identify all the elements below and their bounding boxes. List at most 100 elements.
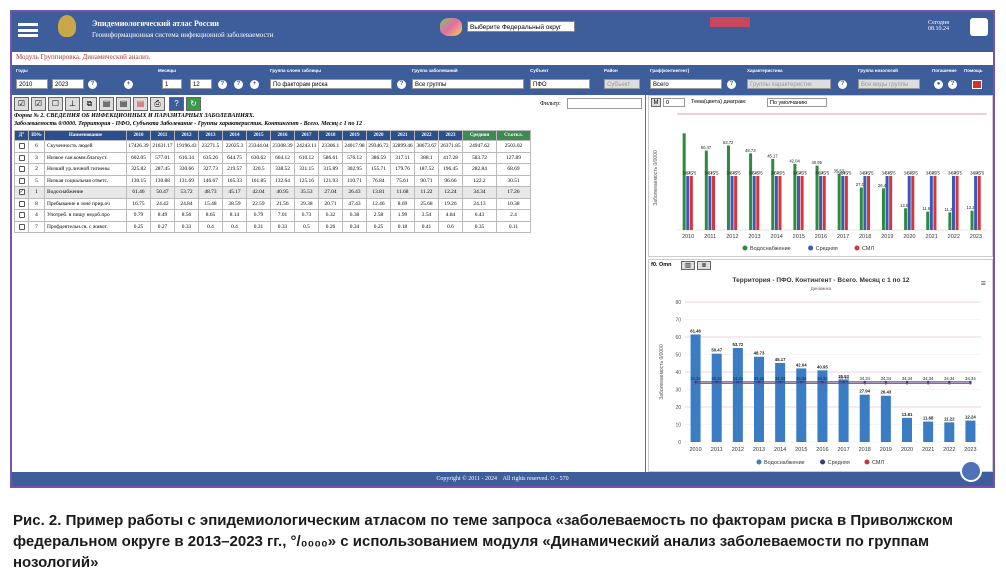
chart2-legend-marker[interactable] bbox=[864, 459, 870, 465]
chart2-legend-marker[interactable] bbox=[820, 459, 826, 465]
chart1-legend-label[interactable]: СМЛ bbox=[862, 246, 874, 252]
chart1-legend-marker[interactable] bbox=[742, 245, 748, 251]
help-button[interactable] bbox=[710, 17, 750, 27]
checkbox[interactable] bbox=[18, 166, 25, 173]
checkbox[interactable] bbox=[18, 177, 25, 184]
check-all-icon[interactable]: ☑ bbox=[14, 97, 29, 111]
characteristic-info-icon[interactable]: ? bbox=[838, 80, 847, 89]
table-row[interactable]: 6 Скученность людей 17426.39 21631.17 19196.… bbox=[14, 140, 531, 153]
filter-input[interactable] bbox=[567, 98, 642, 109]
column-header[interactable]: 2017 bbox=[294, 130, 319, 141]
row-checkbox[interactable] bbox=[14, 151, 29, 164]
russia-map-icon[interactable] bbox=[440, 18, 462, 36]
hierarchy-icon[interactable]: ⊥ bbox=[65, 97, 80, 111]
district-select[interactable]: Субъект bbox=[604, 79, 640, 89]
table-row[interactable]: 8 Пребывание в зоне прир.оч 16.75 24.42 24.8… bbox=[14, 197, 531, 210]
row-checkbox[interactable] bbox=[14, 220, 29, 233]
help-icon[interactable]: ? bbox=[169, 97, 184, 111]
table-row[interactable]: 7 Профдеятельн.св. с живот. 0.25 0.27 0.33 0.… bbox=[14, 220, 531, 233]
column-header[interactable]: 2012 bbox=[174, 130, 199, 141]
home-icon[interactable] bbox=[970, 18, 988, 36]
chart2-tab[interactable]: f0. Оmn bbox=[651, 262, 671, 268]
year-info-icon[interactable]: ? bbox=[88, 80, 97, 89]
subject-select[interactable]: ПФО bbox=[530, 79, 590, 89]
month-plus-icon[interactable]: + bbox=[250, 80, 259, 89]
row-checkbox[interactable] bbox=[14, 174, 29, 187]
table-row[interactable]: ✓ 1 Водоснабжение 61.46 50.47 53.72 48.73 45.17… bbox=[14, 186, 531, 199]
column-header[interactable]: 2022 bbox=[414, 130, 439, 141]
chart-type-icon[interactable]: ▥ bbox=[681, 261, 695, 270]
chart2-legend-label[interactable]: СМЛ bbox=[872, 460, 884, 466]
m-select[interactable]: 0 bbox=[663, 98, 685, 107]
chart1-legend-label[interactable]: Водоснабжение bbox=[750, 246, 791, 252]
check-icon[interactable]: ☑ bbox=[31, 97, 46, 111]
hamburger-menu-icon[interactable] bbox=[18, 23, 38, 37]
contingent-info-icon[interactable]: ? bbox=[727, 80, 736, 89]
column-header[interactable]: 2020 bbox=[366, 130, 391, 141]
chart2-legend-marker[interactable] bbox=[756, 459, 762, 465]
print-icon[interactable]: ⎙ bbox=[150, 97, 165, 111]
row-checkbox[interactable] bbox=[14, 163, 29, 176]
excel-icon[interactable]: ▤ bbox=[99, 97, 114, 111]
column-header[interactable]: ID№ bbox=[28, 130, 45, 141]
month-apply-icon[interactable]: ? bbox=[234, 80, 243, 89]
stop-icon[interactable] bbox=[972, 80, 982, 89]
column-header[interactable]: Средняя bbox=[462, 130, 497, 141]
column-header[interactable]: 2010 bbox=[126, 130, 151, 141]
year-apply-icon[interactable]: + bbox=[124, 80, 133, 89]
output-info-icon[interactable]: ? bbox=[948, 80, 957, 89]
month-info-icon[interactable]: ? bbox=[218, 80, 227, 89]
checkbox[interactable] bbox=[18, 143, 25, 150]
column-header[interactable]: 2013 bbox=[198, 130, 223, 141]
row-checkbox[interactable]: ✓ bbox=[14, 186, 29, 199]
column-header[interactable]: 2016 bbox=[270, 130, 295, 141]
checkbox[interactable] bbox=[18, 154, 25, 161]
checkbox[interactable] bbox=[18, 200, 25, 207]
column-header[interactable]: Ст.откл. bbox=[496, 130, 531, 141]
year-from-select[interactable]: 2010 bbox=[16, 79, 48, 89]
theme-select[interactable]: По умолчанию bbox=[767, 98, 827, 107]
table-row[interactable]: 5 Низкая социальная ответс. 130.15 130.88 13… bbox=[14, 174, 531, 187]
column-header[interactable]: Наименование bbox=[44, 130, 127, 141]
column-header[interactable]: 2011 bbox=[150, 130, 175, 141]
row-checkbox[interactable] bbox=[14, 209, 29, 222]
table-row[interactable]: 2 Низкий ур.личной гигиены 325.82 287.45 330… bbox=[14, 163, 531, 176]
column-header[interactable]: 2019 bbox=[342, 130, 367, 141]
uncheck-icon[interactable]: ☐ bbox=[48, 97, 63, 111]
table-info-icon[interactable]: ? bbox=[397, 80, 406, 89]
month-from-select[interactable]: 1 bbox=[162, 79, 182, 89]
column-header[interactable]: Д° bbox=[14, 130, 29, 141]
column-header[interactable]: 2018 bbox=[318, 130, 343, 141]
chart1-legend-marker[interactable] bbox=[808, 245, 814, 251]
assistant-icon[interactable] bbox=[960, 460, 982, 482]
table-row[interactable]: 4 Употреб. в пищу недоб.про 9.79 8.49 8.56 8.… bbox=[14, 209, 531, 222]
checkbox[interactable]: ✓ bbox=[18, 189, 25, 196]
checkbox[interactable] bbox=[18, 212, 25, 219]
pdf-icon[interactable]: ▤ bbox=[133, 97, 148, 111]
column-header[interactable]: 2015 bbox=[246, 130, 271, 141]
year-to-select[interactable]: 2023 bbox=[52, 79, 84, 89]
column-header[interactable]: 2021 bbox=[390, 130, 415, 141]
copy-icon[interactable]: ⧉ bbox=[82, 97, 97, 111]
refresh-icon[interactable]: ↻ bbox=[186, 97, 201, 111]
column-header[interactable]: 2014 bbox=[222, 130, 247, 141]
table-group-select[interactable]: По факторам риска bbox=[270, 79, 392, 89]
contingent-select[interactable]: Всего bbox=[650, 79, 722, 89]
checkbox[interactable] bbox=[18, 223, 25, 230]
chart2-legend-label[interactable]: Средняя bbox=[828, 460, 850, 466]
federal-district-select[interactable]: Выберите Федеральный округ bbox=[467, 21, 575, 32]
column-header[interactable]: 2023 bbox=[438, 130, 463, 141]
table-view-icon[interactable]: ≣ bbox=[697, 261, 711, 270]
table-row[interactable]: 3 Низкое сан.комм.благоуст. 602.05 577.01 61… bbox=[14, 151, 531, 164]
month-to-select[interactable]: 12 bbox=[190, 79, 212, 89]
row-checkbox[interactable] bbox=[14, 197, 29, 210]
chart1-legend-label[interactable]: Средняя bbox=[816, 246, 838, 252]
disease-group-select[interactable]: Все группы bbox=[412, 79, 524, 89]
nosology-select[interactable]: Все виды группы bbox=[858, 79, 920, 89]
row-checkbox[interactable] bbox=[14, 140, 29, 153]
chart2-legend-label[interactable]: Водоснабжение bbox=[764, 460, 805, 466]
word-icon[interactable]: ▤ bbox=[116, 97, 131, 111]
chart1-legend-marker[interactable] bbox=[854, 245, 860, 251]
m-button[interactable]: М bbox=[651, 98, 661, 107]
characteristic-select[interactable]: Группы характеристик bbox=[747, 79, 831, 89]
